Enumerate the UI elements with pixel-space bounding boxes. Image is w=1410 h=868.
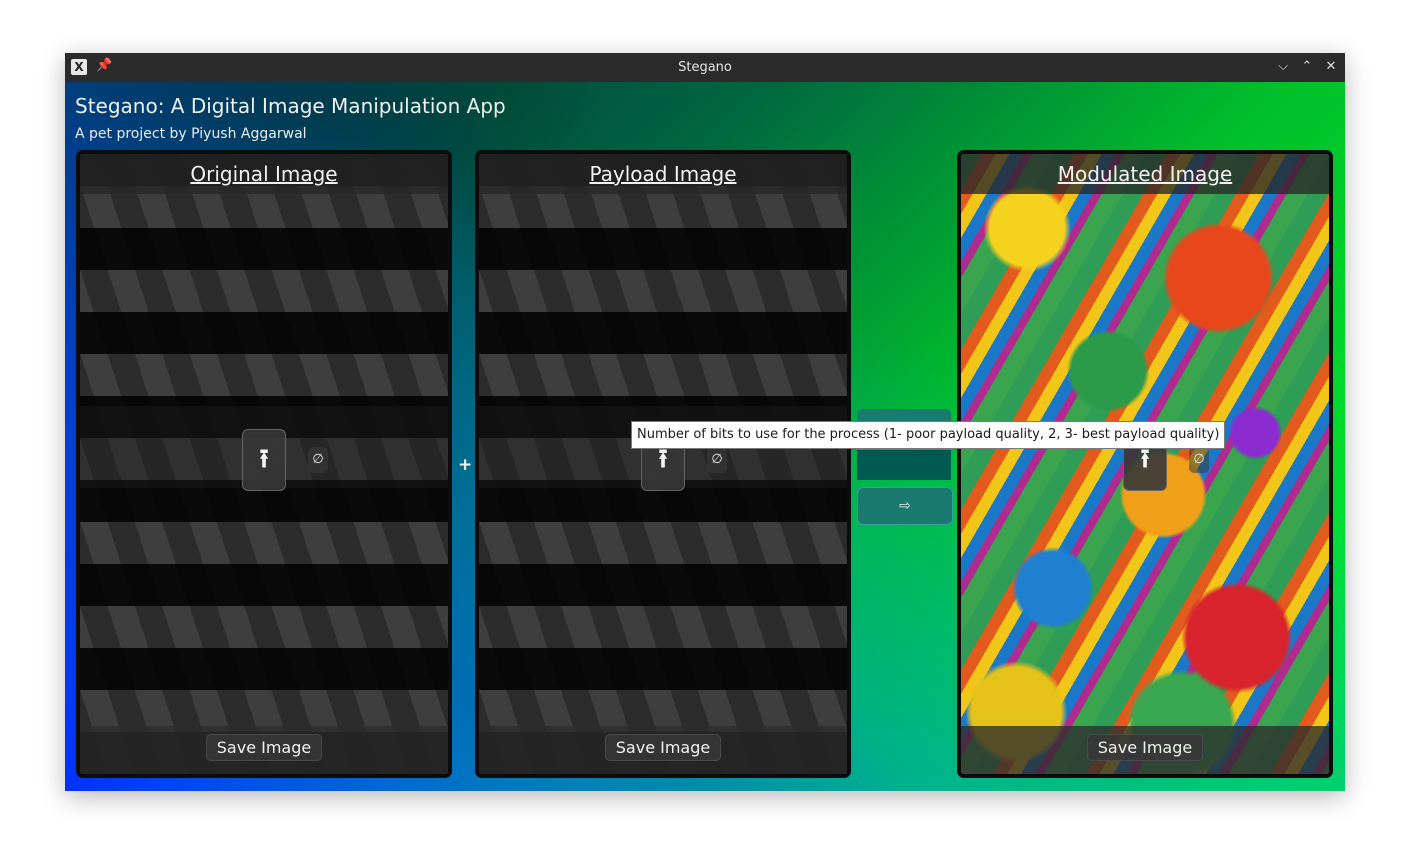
app-title: Stegano: A Digital Image Manipulation Ap… <box>75 94 506 118</box>
save-modulated-button[interactable]: Save Image <box>1086 734 1204 761</box>
minimize-button[interactable]: ⌵ <box>1273 57 1293 77</box>
process-button[interactable]: ⇨ <box>857 487 953 525</box>
payload-image-panel: Payload Image ⭱ ∅ Save Image <box>475 150 851 778</box>
clear-icon: ∅ <box>312 452 324 467</box>
original-image-title[interactable]: Original Image <box>190 162 337 186</box>
clear-modulated-button[interactable]: ∅ <box>1189 447 1209 473</box>
modulated-image-panel: Modulated Image ⭱ ∅ Save Image <box>957 150 1333 778</box>
upload-icon: ⭱ <box>259 444 269 474</box>
title-bar: X 📌 Stegano ⌵ ⌃ ✕ <box>65 53 1345 82</box>
clear-icon: ∅ <box>1193 452 1205 467</box>
save-original-button[interactable]: Save Image <box>205 734 323 761</box>
app-content: Stegano: A Digital Image Manipulation Ap… <box>65 82 1345 791</box>
clear-original-button[interactable]: ∅ <box>308 447 328 473</box>
arrow-right-icon: ⇨ <box>899 498 911 514</box>
original-image-panel: Original Image ⭱ ∅ Save Image <box>76 150 452 778</box>
plus-operator: + <box>458 455 473 475</box>
bits-field[interactable] <box>857 450 951 480</box>
payload-image-title[interactable]: Payload Image <box>590 162 737 186</box>
close-button[interactable]: ✕ <box>1321 57 1341 77</box>
window-title: Stegano <box>678 60 732 75</box>
upload-original-button[interactable]: ⭱ <box>242 429 286 491</box>
app-window: X 📌 Stegano ⌵ ⌃ ✕ Stegano: A Digital Ima… <box>65 53 1345 791</box>
app-subtitle: A pet project by Piyush Aggarwal <box>75 126 307 142</box>
save-payload-button[interactable]: Save Image <box>604 734 722 761</box>
modulated-image-title[interactable]: Modulated Image <box>1058 162 1233 186</box>
bits-tooltip: Number of bits to use for the process (1… <box>631 421 1226 449</box>
maximize-button[interactable]: ⌃ <box>1297 57 1317 77</box>
clear-payload-button[interactable]: ∅ <box>707 447 727 473</box>
clear-icon: ∅ <box>711 452 723 467</box>
